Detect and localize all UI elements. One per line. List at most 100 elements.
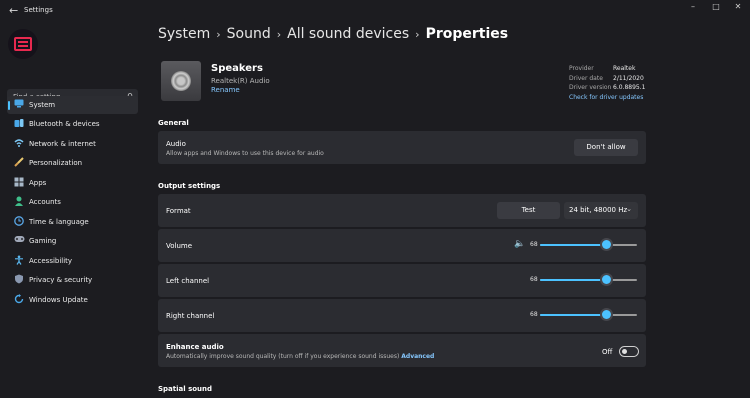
chevron-down-icon: ⌄ bbox=[626, 205, 632, 213]
sidebar-item-label: Accounts bbox=[29, 198, 61, 206]
volume-slider-fill bbox=[540, 244, 606, 246]
sidebar-item-label: Bluetooth & devices bbox=[29, 120, 100, 128]
audio-subtitle: Allow apps and Windows to use this devic… bbox=[166, 150, 324, 157]
device-name: Speakers bbox=[211, 63, 263, 74]
sidebar-item-network[interactable]: Network & internet bbox=[7, 135, 138, 153]
sidebar-item-label: System bbox=[29, 101, 56, 109]
sidebar-item-accounts[interactable]: Accounts bbox=[7, 193, 138, 211]
back-arrow-icon[interactable]: ← bbox=[9, 4, 18, 17]
section-output: Output settings bbox=[158, 182, 221, 190]
shield-icon bbox=[13, 274, 25, 286]
sidebar: Find a setting ⚲ System Bluetooth & devi… bbox=[0, 22, 148, 398]
toggle-knob bbox=[622, 349, 627, 354]
enhance-audio-description: Automatically improve sound quality (tur… bbox=[166, 353, 400, 360]
sidebar-item-personalization[interactable]: Personalization bbox=[7, 154, 138, 172]
sidebar-item-privacy[interactable]: Privacy & security bbox=[7, 271, 138, 289]
sidebar-item-time-language[interactable]: Time & language bbox=[7, 213, 138, 231]
volume-slider[interactable] bbox=[540, 240, 637, 249]
section-general: General bbox=[158, 119, 189, 127]
driver-date-value: 2/11/2020 bbox=[613, 75, 644, 82]
left-channel-card: Left channel 68 bbox=[158, 264, 646, 297]
sidebar-item-apps[interactable]: Apps bbox=[7, 174, 138, 192]
right-channel-label: Right channel bbox=[166, 312, 215, 320]
sidebar-item-label: Personalization bbox=[29, 159, 83, 167]
app-title: Settings bbox=[24, 6, 53, 14]
audio-card: Audio Allow apps and Windows to use this… bbox=[158, 131, 646, 164]
advanced-link[interactable]: Advanced bbox=[401, 353, 434, 360]
format-card: Format Test 24 bit, 48000 Hz ⌄ bbox=[158, 194, 646, 227]
chevron-right-icon: › bbox=[276, 28, 282, 41]
enhance-audio-subtitle: Automatically improve sound quality (tur… bbox=[166, 353, 434, 360]
device-subtitle: Realtek(R) Audio bbox=[211, 77, 270, 85]
driver-date-key: Driver date bbox=[569, 75, 603, 82]
volume-value: 68 bbox=[530, 241, 538, 248]
breadcrumb-all-sound-devices[interactable]: All sound devices bbox=[287, 26, 409, 42]
accessibility-icon bbox=[13, 255, 25, 267]
wifi-icon bbox=[13, 138, 25, 150]
sidebar-item-label: Privacy & security bbox=[29, 276, 93, 284]
enhance-toggle-state: Off bbox=[602, 348, 613, 356]
left-channel-slider-fill bbox=[540, 279, 606, 281]
enhance-audio-card: Enhance audio Automatically improve soun… bbox=[158, 334, 646, 367]
chevron-right-icon: › bbox=[216, 28, 221, 41]
enhance-audio-toggle[interactable] bbox=[619, 346, 639, 357]
format-select[interactable]: 24 bit, 48000 Hz ⌄ bbox=[564, 202, 638, 219]
right-channel-value: 68 bbox=[530, 311, 538, 318]
speaker-cone bbox=[171, 71, 191, 91]
right-channel-slider-thumb[interactable] bbox=[601, 310, 611, 319]
update-icon bbox=[13, 294, 25, 306]
volume-card: Volume 🔈 68 bbox=[158, 229, 646, 262]
breadcrumb-sound[interactable]: Sound bbox=[227, 26, 271, 42]
sidebar-item-label: Time & language bbox=[29, 218, 89, 226]
maximize-icon[interactable]: □ bbox=[709, 2, 723, 11]
format-selected: 24 bit, 48000 Hz bbox=[569, 206, 628, 214]
title-bar: ← Settings – □ ✕ bbox=[0, 0, 750, 22]
driver-version-value: 6.0.8895.1 bbox=[613, 84, 646, 91]
volume-slider-thumb[interactable] bbox=[601, 240, 611, 249]
sidebar-item-bluetooth[interactable]: Bluetooth & devices bbox=[7, 115, 138, 133]
provider-key: Provider bbox=[569, 65, 594, 72]
bluetooth-icon bbox=[13, 118, 25, 130]
chevron-right-icon: › bbox=[415, 28, 420, 41]
audio-title: Audio bbox=[166, 140, 186, 148]
left-channel-label: Left channel bbox=[166, 277, 210, 285]
close-icon[interactable]: ✕ bbox=[731, 2, 745, 11]
sidebar-item-label: Apps bbox=[29, 179, 47, 187]
person-icon bbox=[13, 196, 25, 208]
minimize-icon[interactable]: – bbox=[686, 2, 700, 11]
right-channel-slider[interactable] bbox=[540, 310, 637, 319]
breadcrumb: System › Sound › All sound devices › Propertie… bbox=[158, 26, 508, 42]
left-channel-value: 68 bbox=[530, 276, 538, 283]
provider-value: Realtek bbox=[613, 65, 636, 72]
left-channel-slider[interactable] bbox=[540, 275, 637, 284]
sidebar-item-windows-update[interactable]: Windows Update bbox=[7, 291, 138, 309]
test-button[interactable]: Test bbox=[497, 202, 560, 219]
monitor-icon bbox=[13, 99, 25, 111]
sidebar-item-accessibility[interactable]: Accessibility bbox=[7, 252, 138, 270]
volume-label: Volume bbox=[166, 242, 193, 250]
sidebar-item-label: Network & internet bbox=[29, 140, 96, 148]
left-channel-slider-thumb[interactable] bbox=[601, 275, 611, 284]
gamepad-icon bbox=[13, 235, 25, 247]
dont-allow-button[interactable]: Don't allow bbox=[574, 139, 638, 156]
sidebar-item-gaming[interactable]: Gaming bbox=[7, 232, 138, 250]
page-title: Properties bbox=[425, 26, 509, 42]
driver-updates-link[interactable]: Check for driver updates bbox=[569, 94, 643, 101]
right-channel-slider-fill bbox=[540, 314, 606, 316]
section-spatial-sound: Spatial sound bbox=[158, 385, 213, 393]
sidebar-item-system[interactable]: System bbox=[7, 96, 138, 114]
driver-version-key: Driver version bbox=[569, 84, 612, 91]
sidebar-item-label: Gaming bbox=[29, 237, 57, 245]
user-logo-icon bbox=[14, 37, 32, 51]
active-indicator bbox=[8, 101, 10, 110]
speaker-device-icon bbox=[161, 61, 201, 101]
globe-clock-icon bbox=[13, 216, 25, 228]
rename-link[interactable]: Rename bbox=[211, 86, 240, 94]
avatar[interactable] bbox=[8, 29, 38, 59]
sidebar-item-label: Windows Update bbox=[29, 296, 88, 304]
format-label: Format bbox=[166, 207, 191, 215]
enhance-audio-title: Enhance audio bbox=[166, 343, 224, 351]
breadcrumb-system[interactable]: System bbox=[158, 26, 210, 42]
speaker-volume-icon[interactable]: 🔈 bbox=[514, 239, 525, 249]
brush-icon bbox=[13, 157, 25, 169]
